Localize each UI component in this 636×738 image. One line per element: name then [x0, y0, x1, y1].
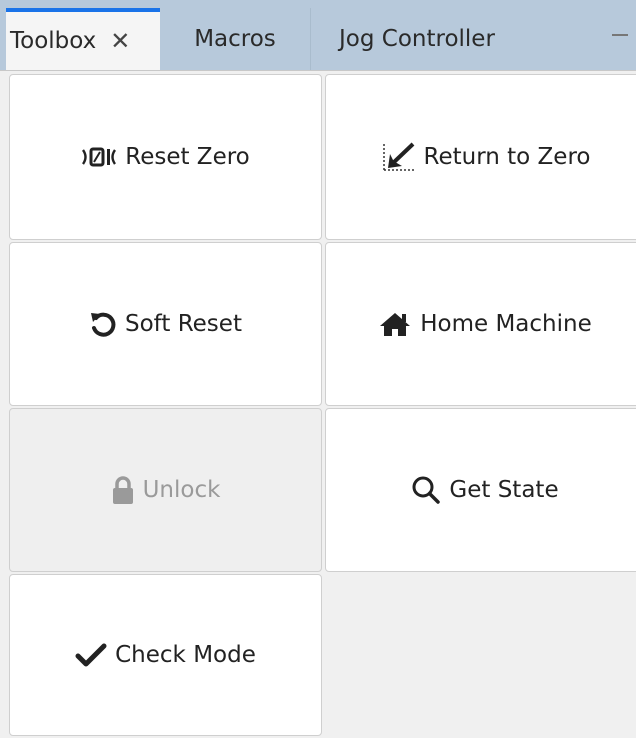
reset-zero-icon: [81, 146, 117, 168]
soft-reset-label: Soft Reset: [125, 311, 242, 337]
home-machine-button[interactable]: Home Machine: [325, 242, 636, 406]
tab-jog-controller[interactable]: Jog Controller: [310, 8, 610, 70]
tab-jog-controller-label: Jog Controller: [339, 26, 495, 52]
return-to-zero-label: Return to Zero: [423, 144, 591, 170]
tab-toolbox-label: Toolbox: [10, 28, 97, 54]
get-state-button[interactable]: Get State: [325, 408, 636, 572]
return-to-zero-button[interactable]: Return to Zero: [325, 74, 636, 240]
undo-icon: [89, 310, 117, 338]
tab-macros[interactable]: Macros: [160, 8, 310, 70]
lock-icon: [111, 475, 135, 505]
tab-bar: Toolbox ✕ Macros Jog Controller: [0, 0, 636, 71]
soft-reset-button[interactable]: Soft Reset: [9, 242, 322, 406]
unlock-label: Unlock: [142, 477, 221, 503]
close-icon[interactable]: ✕: [110, 27, 130, 55]
home-machine-label: Home Machine: [420, 311, 592, 337]
tab-toolbox[interactable]: Toolbox ✕: [6, 8, 160, 70]
get-state-label: Get State: [449, 477, 559, 503]
minimize-icon[interactable]: [612, 34, 628, 36]
check-mode-label: Check Mode: [115, 642, 256, 668]
return-to-zero-icon: [380, 140, 416, 174]
unlock-button[interactable]: Unlock: [9, 408, 322, 572]
check-mode-button[interactable]: Check Mode: [9, 574, 322, 736]
check-icon: [75, 642, 107, 668]
reset-zero-button[interactable]: Reset Zero: [9, 74, 322, 240]
tab-macros-label: Macros: [194, 26, 276, 52]
reset-zero-label: Reset Zero: [125, 144, 250, 170]
home-icon: [378, 311, 412, 337]
search-icon: [411, 475, 441, 505]
